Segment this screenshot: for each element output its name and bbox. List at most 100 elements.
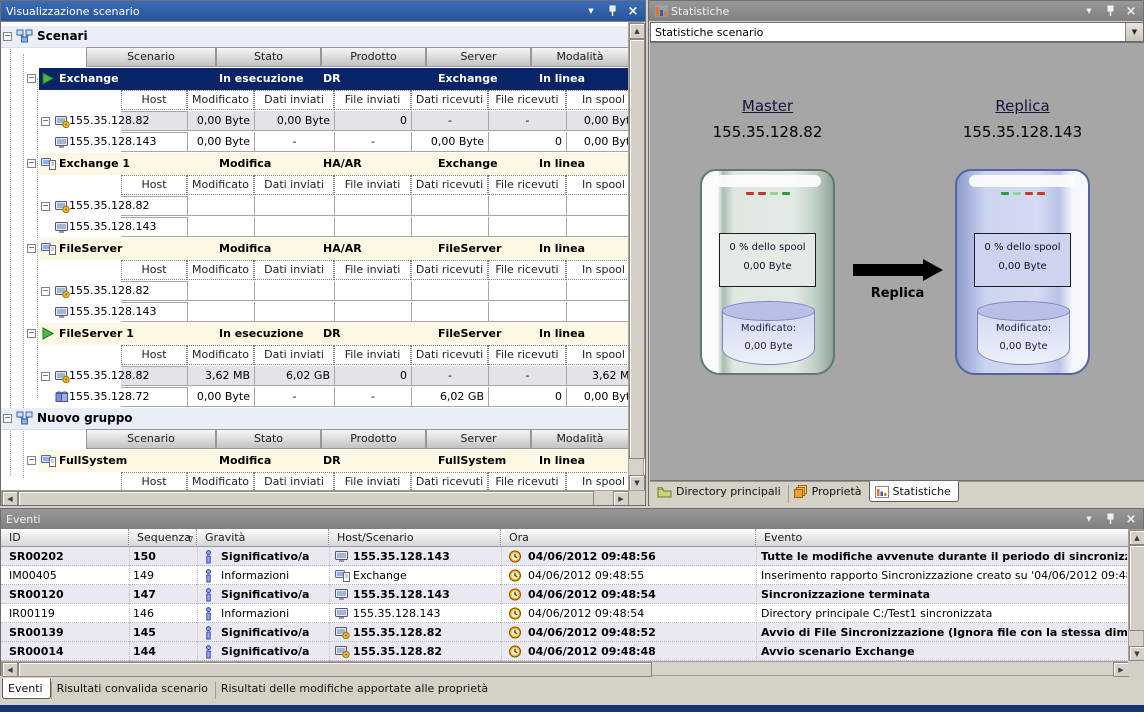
collapse-icon[interactable]: − — [41, 202, 50, 211]
collapse-icon[interactable]: − — [3, 414, 12, 423]
host-column-header[interactable]: Modificato — [187, 345, 254, 365]
scenario-vscrollbar[interactable]: ▲ ▼ — [628, 22, 644, 490]
scenario-row[interactable]: −FullSystemModificaDRFullSystemIn linea — [1, 450, 628, 472]
scenario-group-row[interactable]: −Scenari — [1, 26, 628, 48]
vscroll-thumb[interactable] — [629, 39, 645, 459]
collapse-icon[interactable]: − — [41, 287, 50, 296]
scenario-column-header[interactable]: Modalità — [531, 429, 628, 449]
host-row[interactable]: −155.35.128.82 — [1, 281, 628, 302]
scenario-column-header[interactable]: Prodotto — [321, 47, 426, 67]
collapse-icon[interactable]: − — [27, 244, 36, 253]
scenario-group-row[interactable]: −Nuovo gruppo — [1, 408, 628, 430]
events-column-header[interactable]: Ora — [501, 529, 756, 547]
collapse-icon[interactable]: − — [41, 372, 50, 381]
scroll-right-icon[interactable]: ▶ — [1113, 662, 1129, 677]
host-row[interactable]: 155.35.128.143 — [1, 302, 628, 323]
host-row[interactable]: −155.35.128.823,62 MB6,02 GB0--3,62 MB — [1, 366, 628, 387]
host-column-header[interactable]: Dati inviati — [254, 345, 334, 365]
tab-proprietà[interactable]: Proprietà — [789, 482, 869, 501]
host-column-header[interactable]: Dati ricevuti — [411, 472, 488, 490]
events-column-header[interactable]: Evento — [756, 529, 1129, 547]
close-icon[interactable]: × — [626, 4, 640, 18]
host-column-header[interactable]: Modificato — [187, 260, 254, 280]
host-column-header[interactable]: Host — [121, 90, 187, 110]
host-column-header[interactable]: Dati inviati — [254, 90, 334, 110]
collapse-icon[interactable]: − — [27, 329, 36, 338]
scroll-up-icon[interactable]: ▲ — [629, 23, 645, 39]
scenario-row[interactable]: −ExchangeIn esecuzioneDRExchangeIn linea — [1, 68, 628, 90]
scenario-row[interactable]: −FileServer 1In esecuzioneDRFileServerIn… — [1, 323, 628, 345]
host-column-header[interactable]: Dati inviati — [254, 472, 334, 490]
statistics-type-select[interactable]: Statistiche scenario ▼ — [650, 22, 1144, 42]
scroll-left-icon[interactable]: ◀ — [2, 662, 18, 677]
host-column-header[interactable]: Modificato — [187, 472, 254, 490]
host-column-header[interactable]: In spool — [566, 345, 628, 365]
vscroll-thumb[interactable] — [1129, 545, 1144, 631]
event-row[interactable]: IM00405149InformazioniExchange04/06/2012… — [1, 566, 1129, 585]
collapse-icon[interactable]: − — [27, 159, 36, 168]
events-column-header[interactable]: Gravità — [197, 529, 329, 547]
tab-risultati-delle-modifiche-apportate-alle-propriet-[interactable]: Risultati delle modifiche apportate alle… — [216, 679, 495, 698]
tab-statistiche[interactable]: Statistiche — [869, 481, 959, 502]
scroll-left-icon[interactable]: ◀ — [2, 491, 18, 505]
host-column-header[interactable]: Dati inviati — [254, 260, 334, 280]
events-hscrollbar[interactable]: ◀ ▶ — [1, 661, 1128, 676]
host-column-header[interactable]: Dati ricevuti — [411, 90, 488, 110]
close-icon[interactable]: × — [1124, 512, 1138, 526]
tab-eventi[interactable]: Eventi — [2, 678, 51, 699]
scenario-column-header[interactable]: Server — [426, 429, 531, 449]
host-column-header[interactable]: In spool — [566, 90, 628, 110]
host-column-header[interactable]: Host — [121, 260, 187, 280]
host-row[interactable]: 155.35.128.720,00 Byte--6,02 GB00,00 Byt… — [1, 387, 628, 408]
host-column-header[interactable]: File ricevuti — [488, 472, 566, 490]
host-column-header[interactable]: File inviati — [334, 472, 411, 490]
collapse-icon[interactable]: − — [27, 456, 36, 465]
events-column-header[interactable]: ID — [1, 529, 129, 547]
scenario-column-header[interactable]: Stato — [216, 429, 321, 449]
events-column-header[interactable]: Host/Scenario — [329, 529, 501, 547]
scroll-up-icon[interactable]: ▲ — [1129, 530, 1144, 545]
scenario-column-header[interactable]: Prodotto — [321, 429, 426, 449]
host-column-header[interactable]: Host — [121, 472, 187, 490]
host-column-header[interactable]: Dati ricevuti — [411, 175, 488, 195]
host-column-header[interactable]: File inviati — [334, 175, 411, 195]
host-row[interactable]: 155.35.128.1430,00 Byte--0,00 Byte00,00 … — [1, 132, 628, 153]
events-column-header[interactable]: Sequenza∇ — [129, 529, 197, 547]
host-column-header[interactable]: Modificato — [187, 175, 254, 195]
host-column-header[interactable]: File inviati — [334, 90, 411, 110]
host-column-header[interactable]: Host — [121, 175, 187, 195]
host-column-header[interactable]: File inviati — [334, 260, 411, 280]
host-column-header[interactable]: File ricevuti — [488, 90, 566, 110]
host-column-header[interactable]: Host — [121, 345, 187, 365]
host-column-header[interactable]: File inviati — [334, 345, 411, 365]
window-position-icon[interactable]: ▼ — [1082, 512, 1096, 526]
host-column-header[interactable]: Dati ricevuti — [411, 260, 488, 280]
scenario-column-header[interactable]: Modalità — [531, 47, 628, 67]
scenario-column-header[interactable]: Server — [426, 47, 531, 67]
collapse-icon[interactable]: − — [41, 117, 50, 126]
pin-icon[interactable] — [1103, 4, 1117, 18]
host-column-header[interactable]: File ricevuti — [488, 345, 566, 365]
window-position-icon[interactable]: ▼ — [1082, 4, 1096, 18]
host-row[interactable]: 155.35.128.143 — [1, 217, 628, 238]
collapse-icon[interactable]: − — [3, 32, 12, 41]
tab-directory-principali[interactable]: Directory principali — [652, 482, 788, 501]
window-position-icon[interactable]: ▼ — [584, 4, 598, 18]
event-row[interactable]: IR00119146Informazioni155.35.128.14304/0… — [1, 604, 1129, 623]
host-column-header[interactable]: Modificato — [187, 90, 254, 110]
scenario-column-header[interactable]: Scenario — [86, 429, 216, 449]
scenario-column-header[interactable]: Stato — [216, 47, 321, 67]
host-column-header[interactable]: In spool — [566, 260, 628, 280]
scenario-hscrollbar[interactable]: ◀ ▶ — [1, 490, 645, 505]
pin-icon[interactable] — [1103, 512, 1117, 526]
events-vscrollbar[interactable]: ▲ ▼ — [1128, 529, 1144, 661]
scenario-row[interactable]: −FileServerModificaHA/ARFileServerIn lin… — [1, 238, 628, 260]
scroll-down-icon[interactable]: ▼ — [1129, 646, 1144, 661]
host-row[interactable]: −155.35.128.82 — [1, 196, 628, 217]
hscroll-thumb[interactable] — [18, 662, 652, 677]
event-row[interactable]: SR00120147Significativo/a155.35.128.1430… — [1, 585, 1129, 604]
scenario-row[interactable]: −Exchange 1ModificaHA/ARExchangeIn linea — [1, 153, 628, 175]
host-column-header[interactable]: File ricevuti — [488, 175, 566, 195]
scroll-down-icon[interactable]: ▼ — [629, 475, 645, 491]
pin-icon[interactable] — [605, 4, 619, 18]
